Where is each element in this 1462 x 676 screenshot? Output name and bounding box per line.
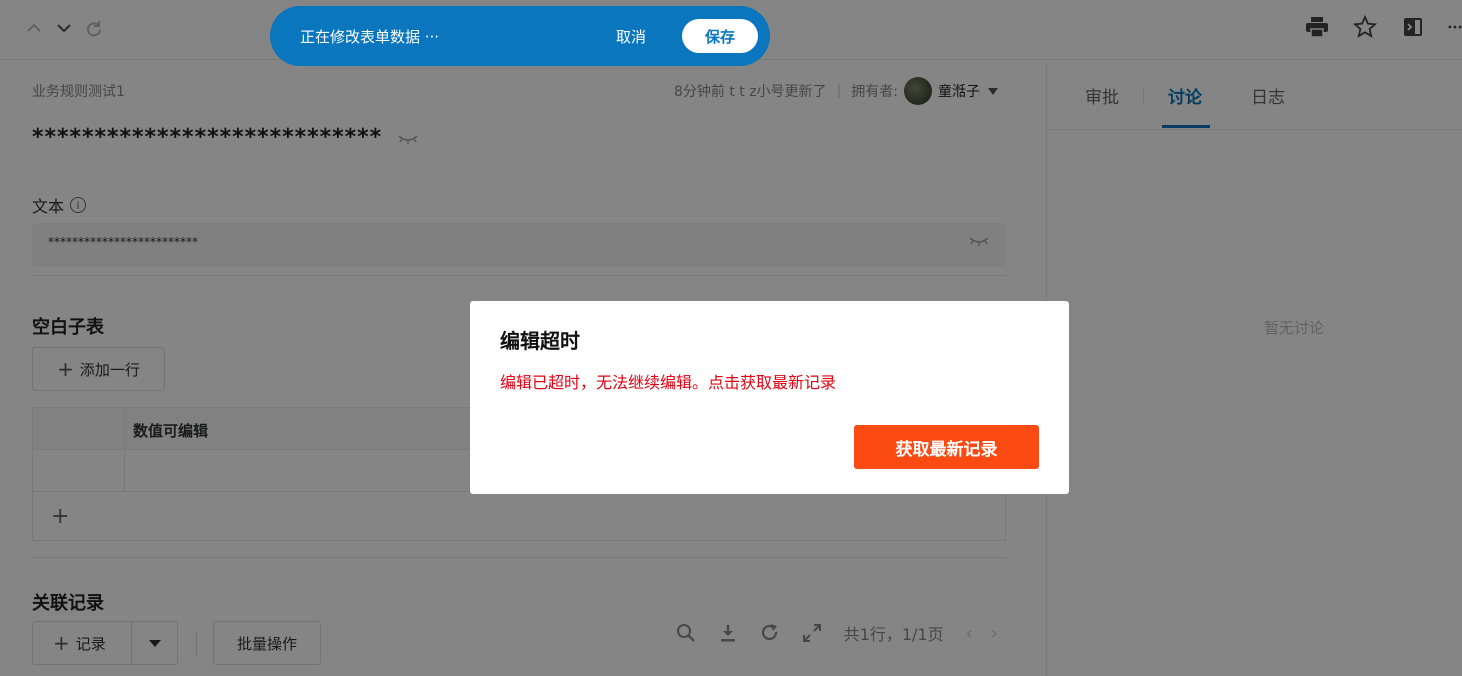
- save-button[interactable]: 保存: [682, 19, 758, 53]
- fetch-latest-record-button[interactable]: 获取最新记录: [854, 425, 1039, 469]
- edit-timeout-dialog: 编辑超时 编辑已超时，无法继续编辑。点击获取最新记录 获取最新记录: [470, 301, 1069, 494]
- editing-status-bar: 正在修改表单数据 ··· 取消 保存: [270, 6, 770, 66]
- dialog-title: 编辑超时: [500, 329, 580, 353]
- editing-message: 正在修改表单数据 ···: [300, 27, 440, 46]
- dialog-message: 编辑已超时，无法继续编辑。点击获取最新记录: [500, 373, 837, 392]
- cancel-button[interactable]: 取消: [616, 26, 646, 47]
